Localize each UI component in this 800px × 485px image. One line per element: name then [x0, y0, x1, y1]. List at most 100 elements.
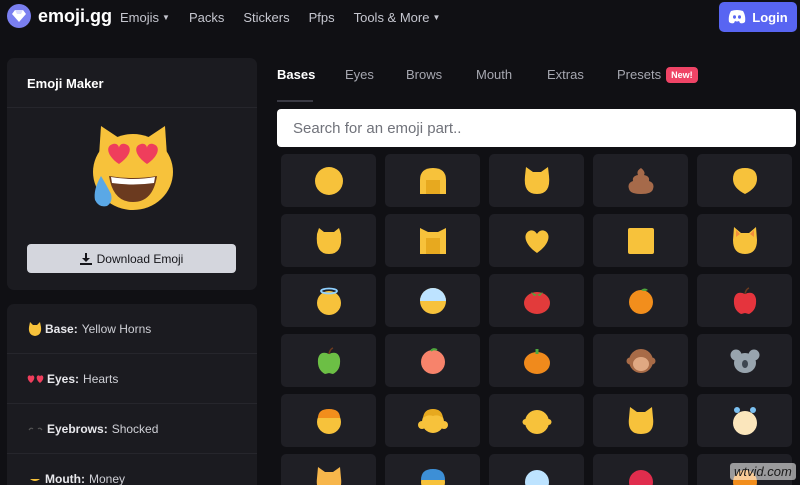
nav-emojis[interactable]: Emojis ▼	[120, 10, 170, 25]
maker-title: Emoji Maker	[27, 76, 104, 91]
light-blue-base-icon	[524, 469, 549, 485]
grid-cell[interactable]	[281, 454, 376, 485]
emoji-maker-card: Emoji Maker Download Emoji	[7, 58, 257, 290]
grid-cell[interactable]	[593, 334, 688, 387]
halo-base-icon	[316, 287, 341, 315]
beanie-base-icon	[316, 408, 341, 434]
grid-cell[interactable]	[281, 274, 376, 327]
orange-base-icon	[628, 288, 653, 314]
grid-cell[interactable]	[697, 334, 792, 387]
grid-cell[interactable]	[489, 274, 584, 327]
download-emoji-button[interactable]: Download Emoji	[27, 244, 236, 273]
grid-cell[interactable]	[281, 334, 376, 387]
grid-cell[interactable]	[281, 214, 376, 267]
pigtails-base-icon	[417, 408, 448, 433]
square-ears-base-icon	[419, 227, 446, 254]
part-key: Eyebrows:	[47, 421, 108, 436]
tab-presets[interactable]: Presets New!	[617, 67, 698, 83]
part-key: Base:	[45, 321, 78, 336]
red-base-icon	[628, 469, 653, 485]
search-input[interactable]	[277, 109, 796, 147]
part-row-eyes[interactable]: Eyes: Hearts	[7, 354, 257, 404]
heart-base-icon	[524, 229, 549, 253]
grid-cell[interactable]	[385, 454, 480, 485]
eyebrows-icon	[27, 424, 45, 434]
login-button[interactable]: Login	[719, 2, 797, 32]
part-value: Yellow Horns	[81, 321, 152, 336]
part-row-eyebrows[interactable]: Eyebrows: Shocked	[7, 404, 257, 454]
part-value: Money	[88, 471, 126, 485]
grid-cell[interactable]	[281, 394, 376, 447]
grid-cell[interactable]	[697, 274, 792, 327]
discord-icon	[729, 10, 746, 24]
emoji-preview	[93, 126, 173, 210]
square-base-icon	[627, 227, 654, 254]
poop-base-icon	[628, 167, 653, 194]
grid-cell[interactable]	[385, 334, 480, 387]
grid-cell[interactable]	[593, 154, 688, 207]
part-row-mouth[interactable]: Mouth: Money	[7, 454, 257, 485]
grid-cell[interactable]	[697, 394, 792, 447]
grid-cell[interactable]	[489, 334, 584, 387]
monkey-base-icon	[626, 348, 655, 373]
watermark: wtvid.com	[730, 463, 796, 480]
site-logo[interactable]: emoji.gg	[7, 4, 112, 28]
grid-cell[interactable]	[593, 274, 688, 327]
tab-mouth[interactable]: Mouth	[476, 67, 512, 82]
top-navbar: emoji.gg Emojis ▼ Packs Stickers Pfps Too…	[0, 0, 800, 35]
mask-base-icon	[419, 287, 446, 314]
active-tab-indicator	[277, 100, 313, 102]
tab-brows[interactable]: Brows	[406, 67, 442, 82]
part-value: Hearts	[83, 371, 119, 386]
pumpkin-base-icon	[523, 348, 550, 374]
person-base-icon	[522, 409, 551, 434]
divider	[7, 107, 257, 108]
bear-base-icon	[316, 227, 341, 254]
grid-cell[interactable]	[489, 454, 584, 485]
grid-cell[interactable]	[593, 214, 688, 267]
grid-cell[interactable]	[697, 214, 792, 267]
download-icon	[79, 252, 92, 265]
logo-text: emoji.gg	[38, 5, 113, 26]
tab-bases[interactable]: Bases	[277, 67, 315, 82]
grid-cell[interactable]	[385, 274, 480, 327]
apple-green-base-icon	[317, 346, 340, 374]
koala-base-icon	[730, 349, 759, 373]
login-label: Login	[752, 9, 788, 25]
tab-eyes[interactable]: Eyes	[345, 67, 374, 82]
grid-cell[interactable]	[593, 454, 688, 485]
grid-cell[interactable]	[281, 154, 376, 207]
nav-emojis-label: Emojis	[120, 10, 160, 25]
tab-presets-label: Presets	[617, 67, 662, 82]
round-horned-base-icon	[419, 167, 446, 194]
grid-cell[interactable]	[385, 154, 480, 207]
cat-face-icon	[27, 321, 43, 337]
grid-cell[interactable]	[489, 394, 584, 447]
peach-base-icon	[420, 347, 445, 374]
parts-grid	[281, 154, 800, 485]
grid-cell[interactable]	[697, 154, 792, 207]
blue-cap-base-icon	[420, 468, 445, 485]
grid-cell[interactable]	[385, 394, 480, 447]
mouth-icon	[27, 474, 43, 484]
new-badge: New!	[666, 67, 698, 83]
part-key: Mouth:	[45, 471, 85, 485]
nav-tools[interactable]: Tools & More ▼	[354, 10, 441, 25]
nav-stickers[interactable]: Stickers	[243, 10, 289, 25]
part-row-base[interactable]: Base: Yellow Horns	[7, 304, 257, 354]
cat-face-base-icon	[628, 406, 653, 434]
cat-ears-base-icon	[524, 166, 549, 194]
fox-base-icon	[732, 226, 757, 254]
nav-pfps[interactable]: Pfps	[309, 10, 335, 25]
chevron-down-icon: ▼	[432, 13, 441, 22]
grid-cell[interactable]	[385, 214, 480, 267]
tab-extras[interactable]: Extras	[547, 67, 584, 82]
heart-eyes-icon	[27, 374, 45, 384]
grid-cell[interactable]	[489, 214, 584, 267]
apple-red-base-icon	[733, 286, 756, 314]
chevron-down-icon: ▼	[162, 13, 170, 22]
nav-packs[interactable]: Packs	[189, 10, 224, 25]
grid-cell[interactable]	[593, 394, 688, 447]
part-value: Shocked	[111, 421, 159, 436]
grid-cell[interactable]	[489, 154, 584, 207]
